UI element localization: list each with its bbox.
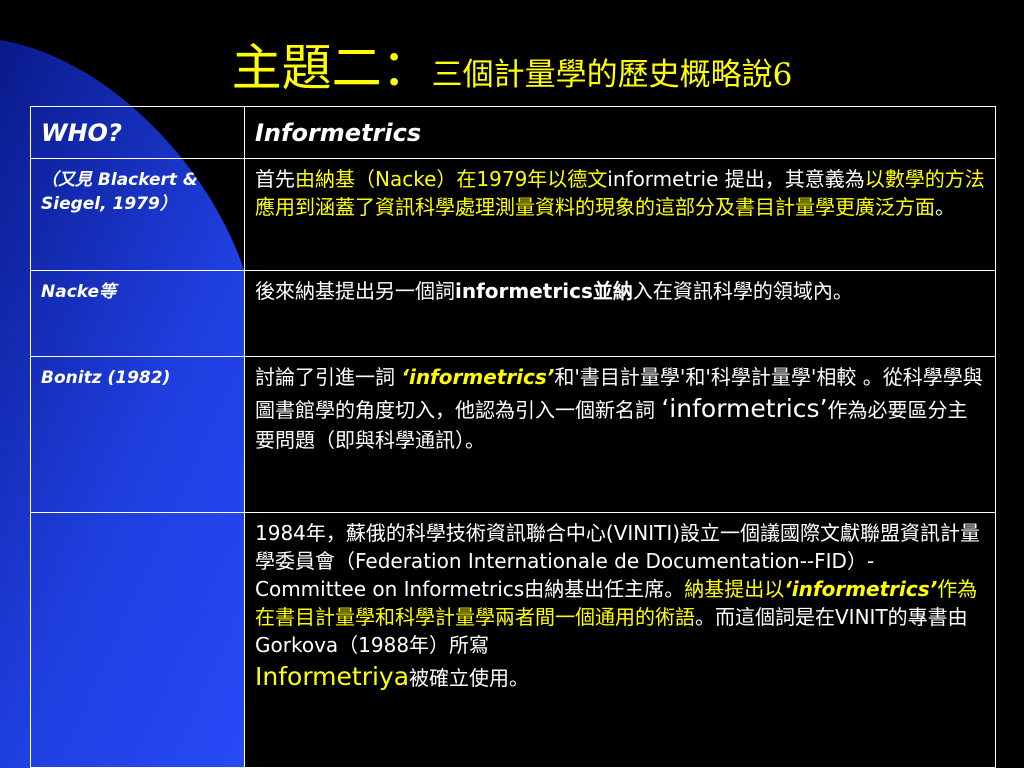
row-description: 討論了引進一詞 ‘informetrics’和'書目計量學'和'科學計量學'相較…: [244, 356, 996, 513]
title-main: 主題二：: [231, 39, 432, 97]
title-sub: 三個計量學的歷史概略說6: [431, 57, 793, 93]
table-row: Nacke等 後來納基提出另一個詞informetrics並納入在資訊科學的領域…: [30, 270, 996, 357]
table-header-row: WHO? Informetrics: [30, 106, 996, 159]
history-table: WHO? Informetrics （又見 Blackert & Siegel,…: [30, 106, 996, 768]
row-description: 後來納基提出另一個詞informetrics並納入在資訊科學的領域內。: [244, 270, 996, 357]
table-row: 1984年，蘇俄的科學技術資訊聯合中心(VINITI)設立一個議國際文獻聯盟資訊…: [30, 512, 996, 768]
slide-title: 主題二：三個計量學的歷史概略說6: [0, 28, 1024, 100]
header-informetrics: Informetrics: [244, 106, 996, 159]
header-who: WHO?: [30, 106, 245, 159]
table-row: Bonitz (1982) 討論了引進一詞 ‘informetrics’和'書目…: [30, 356, 996, 513]
table-row: （又見 Blackert & Siegel, 1979） 首先由納基（Nacke…: [30, 158, 996, 271]
row-who: （又見 Blackert & Siegel, 1979）: [30, 158, 245, 271]
row-who: Nacke等: [30, 270, 245, 357]
row-description: 首先由納基（Nacke）在1979年以德文informetrie 提出，其意義為…: [244, 158, 996, 271]
row-who: Bonitz (1982): [30, 356, 245, 513]
row-who: [30, 512, 245, 768]
row-description: 1984年，蘇俄的科學技術資訊聯合中心(VINITI)設立一個議國際文獻聯盟資訊…: [244, 512, 996, 768]
